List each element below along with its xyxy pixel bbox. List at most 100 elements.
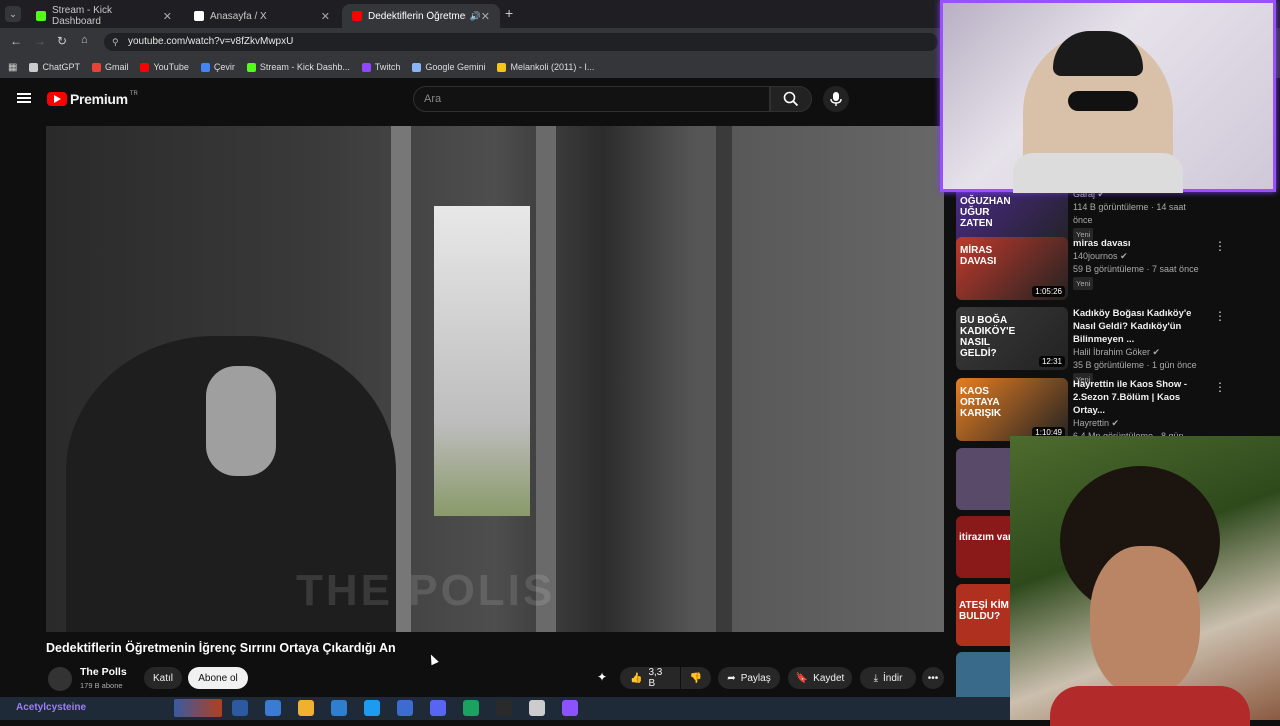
channel-name[interactable]: Halil İbrahim Göker ✔ [1073,346,1203,359]
bookmark-item[interactable]: Google Gemini [412,62,485,72]
verified-icon: ✔ [1120,251,1128,261]
speaker-icon[interactable]: 🔊 [470,11,481,22]
related-video-card[interactable]: BU BOĞA KADIKÖY'E NASIL GELDİ? 12:31 Kadık… [956,307,1226,386]
mouse-cursor-icon [427,652,439,666]
channel-avatar[interactable] [48,667,72,691]
thumbnail-text: itirazım var [959,532,1012,543]
browser-tab-kick[interactable]: Stream - Kick Dashboard ✕ [26,4,182,28]
video-stats: 59 B görüntüleme · 7 saat önce [1073,264,1199,274]
bookmark-label: Gmail [104,62,129,72]
home-icon[interactable]: ⌂ [81,34,88,46]
voice-search-button[interactable] [823,86,849,112]
video-thumbnail[interactable]: KAOS ORTAYA KARIŞIK 1:10:49 [956,378,1068,441]
video-title[interactable]: Hayrettin ile Kaos Show - 2.Sezon 7.Bölü… [1073,378,1203,417]
channel-name[interactable]: Hayrettin ✔ [1073,417,1203,430]
bookmark-favicon-icon [91,62,101,72]
face [1090,546,1200,696]
taskbar-app-icon[interactable] [265,700,281,716]
shirt [1013,153,1183,193]
shirt [1050,686,1250,726]
search-button[interactable] [770,86,812,112]
subscribe-button[interactable]: Abone ol [188,667,248,689]
video-watermark: THE POLIS [296,566,556,615]
more-actions-button[interactable]: ••• [922,667,944,689]
search-icon [783,91,799,107]
back-icon[interactable]: ← [10,34,22,48]
share-button[interactable]: ➦ Paylaş [718,667,780,689]
bookmark-label: ChatGPT [42,62,80,72]
taskbar-app-icon[interactable] [430,700,446,716]
taskbar-app-icon[interactable] [364,700,380,716]
related-video-card[interactable]: KAOS ORTAYA KARIŞIK 1:10:49 Hayrettin ile … [956,378,1226,454]
video-player[interactable]: THE POLIS [46,126,944,632]
tab-label: Dedektiflerin Öğretmenin İ [368,10,466,22]
like-button[interactable]: 👍 3,3 B [620,667,680,689]
share-label: Paylaş [740,672,771,684]
bookmark-label: Melankoli (2011) - I... [510,62,595,72]
taskbar-app-icon[interactable] [562,700,578,716]
video-duration: 1:05:26 [1032,286,1065,297]
bookmark-favicon-icon [361,62,371,72]
bookmark-item[interactable]: Twitch [361,62,401,72]
bookmark-favicon-icon [497,62,507,72]
taskbar-app-icon[interactable] [397,700,413,716]
bookmark-label: Twitch [374,62,401,72]
search-input[interactable]: Ara [413,86,770,112]
country-code: TR [129,91,138,97]
hamburger-menu-icon[interactable] [17,93,31,103]
youtube-logo[interactable]: Premium TR [47,91,138,107]
bookmark-item[interactable]: Çevir [200,62,235,72]
bookmark-item[interactable]: Stream - Kick Dashb... [246,62,350,72]
close-icon[interactable]: ✕ [481,10,490,23]
thumbnail-text: ATEŞİ KİM BULDU? [959,600,1009,622]
related-video-thumbnail[interactable]: ATEŞİ KİM BULDU? [956,584,1012,646]
video-thumbnail[interactable]: MİRAS DAVASI 1:05:26 [956,237,1068,300]
related-video-card[interactable]: MİRAS DAVASI 1:05:26 miras davası 140journo… [956,237,1226,300]
taskbar-app-icon[interactable] [331,700,347,716]
related-video-thumbnail[interactable]: itirazım var [956,516,1012,578]
more-vertical-icon[interactable]: ⋮ [1214,239,1226,253]
logo-text: Premium [70,91,128,107]
address-bar[interactable]: ⚲ youtube.com/watch?v=v8fZkvMwpxU [104,33,938,51]
forward-icon[interactable]: → [34,34,46,48]
related-video-thumbnail[interactable] [956,448,1012,510]
tab-list-button[interactable]: ⌄ [5,6,21,22]
taskbar-app-icon[interactable] [298,700,314,716]
video-title[interactable]: Kadıköy Boğası Kadıköy'e Nasıl Geldi? Ka… [1073,307,1203,346]
more-vertical-icon[interactable]: ⋮ [1214,380,1226,394]
bookmark-item[interactable]: ChatGPT [29,62,80,72]
bookmark-item[interactable]: Melankoli (2011) - I... [497,62,594,72]
close-icon[interactable]: ✕ [321,10,330,23]
taskbar-app-icon[interactable] [529,700,545,716]
download-button[interactable]: ⤓ İndir [860,667,916,689]
cap [1053,31,1143,76]
blurred-hand [206,366,276,476]
more-vertical-icon[interactable]: ⋮ [1214,309,1226,323]
tab-label: Anasayfa / X [210,10,267,22]
reload-icon[interactable]: ↻ [57,34,67,48]
video-stats: 114 B görüntüleme · 14 saat önce [1073,202,1186,225]
bookmark-item[interactable]: Gmail [91,62,129,72]
taskbar-thumbnail[interactable] [174,699,222,717]
new-tab-button[interactable]: + [505,5,513,21]
bookmark-item[interactable]: YouTube [140,62,189,72]
site-info-icon[interactable]: ⚲ [112,33,119,51]
apps-grid-icon[interactable]: ▦ [8,62,17,73]
bookmark-label: Google Gemini [425,62,486,72]
video-thumbnail[interactable]: BU BOĞA KADIKÖY'E NASIL GELDİ? 12:31 [956,307,1068,370]
browser-tab-youtube[interactable]: Dedektiflerin Öğretmenin İ 🔊 ✕ [342,4,500,28]
channel-name[interactable]: 140journos ✔ [1073,250,1203,263]
dislike-button[interactable]: 👎 [681,667,711,689]
video-title[interactable]: miras davası [1073,237,1203,250]
join-button[interactable]: Katıl [144,667,182,689]
taskbar-app-icon[interactable] [496,700,512,716]
save-button[interactable]: 🔖 Kaydet [788,667,852,689]
video-duration: 12:31 [1038,356,1065,367]
close-icon[interactable]: ✕ [163,10,172,23]
browser-tab-x[interactable]: Anasayfa / X ✕ [184,4,340,28]
taskbar-app-icon[interactable] [232,700,248,716]
channel-name[interactable]: The Polls [80,666,127,678]
sparkle-icon[interactable]: ✦ [597,670,607,684]
taskbar-app-icon[interactable] [463,700,479,716]
join-label: Katıl [153,672,174,684]
